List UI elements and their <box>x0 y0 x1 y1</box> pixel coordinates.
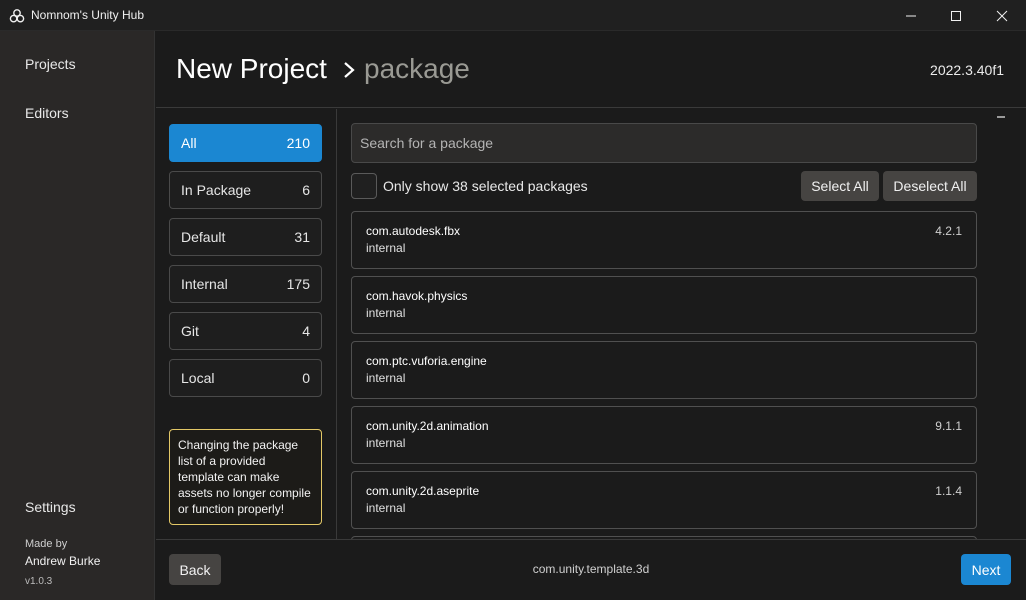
package-item[interactable]: com.autodesk.fbx internal 4.2.1 <box>351 211 977 269</box>
package-version: 9.1.1 <box>935 419 962 433</box>
package-name: com.ptc.vuforia.engine <box>366 354 487 368</box>
close-button[interactable] <box>979 0 1025 31</box>
chevron-right-icon <box>344 62 355 78</box>
warning-message: Changing the package list of a provided … <box>169 429 322 525</box>
page-title: New Project <box>176 53 327 84</box>
filter-all[interactable]: All 210 <box>169 124 322 162</box>
breadcrumb-current: package <box>364 53 470 84</box>
minimize-icon <box>906 15 916 16</box>
made-by-label: Made by <box>25 538 68 550</box>
search-input[interactable] <box>351 123 977 163</box>
package-source: internal <box>366 371 406 385</box>
package-item[interactable]: com.havok.physics internal <box>351 276 977 334</box>
filter-count: 4 <box>302 323 310 339</box>
window-title: Nomnom's Unity Hub <box>31 8 144 22</box>
filter-in-package[interactable]: In Package 6 <box>169 171 322 209</box>
filter-count: 175 <box>286 276 310 292</box>
filter-count: 6 <box>302 182 310 198</box>
sidebar-item-editors[interactable]: Editors <box>25 105 69 121</box>
package-version: 4.2.1 <box>935 224 962 238</box>
maximize-icon <box>951 10 961 21</box>
package-name: com.unity.2d.animation <box>366 419 489 433</box>
filter-count: 210 <box>286 135 310 151</box>
package-source: internal <box>366 501 406 515</box>
package-item[interactable]: com.ptc.vuforia.engine internal <box>351 341 977 399</box>
package-version: 1.1.4 <box>935 484 962 498</box>
filter-count: 0 <box>302 370 310 386</box>
next-button[interactable]: Next <box>961 554 1011 585</box>
sidebar: Projects Editors Settings Made by Andrew… <box>0 31 155 600</box>
scrollbar[interactable] <box>997 116 1005 118</box>
page-header: New Project package 2022.3.40f1 <box>156 31 1026 108</box>
package-source: internal <box>366 306 406 320</box>
filter-label: Default <box>181 229 226 245</box>
only-selected-checkbox[interactable] <box>351 173 377 199</box>
filter-label: Local <box>181 370 215 386</box>
unity-cube-icon <box>9 9 25 23</box>
package-filter-panel: All 210 In Package 6 Default 31 Internal… <box>156 109 337 539</box>
package-source: internal <box>366 241 406 255</box>
sidebar-item-projects[interactable]: Projects <box>25 56 76 72</box>
close-icon <box>996 10 1008 21</box>
filter-default[interactable]: Default 31 <box>169 218 322 256</box>
package-item[interactable]: com.unity.2d.animation internal 9.1.1 <box>351 406 977 464</box>
filter-label: Git <box>181 323 199 339</box>
filter-internal[interactable]: Internal 175 <box>169 265 322 303</box>
editor-version: 2022.3.40f1 <box>930 62 1004 78</box>
app-version: v1.0.3 <box>25 576 53 587</box>
title-bar: Nomnom's Unity Hub <box>0 0 1026 31</box>
deselect-all-button[interactable]: Deselect All <box>883 171 977 201</box>
filter-git[interactable]: Git 4 <box>169 312 322 350</box>
package-name: com.havok.physics <box>366 289 468 303</box>
sidebar-item-settings[interactable]: Settings <box>25 499 76 515</box>
filter-label: All <box>181 135 197 151</box>
filter-label: Internal <box>181 276 228 292</box>
only-selected-label: Only show 38 selected packages <box>383 178 588 194</box>
package-name: com.unity.2d.aseprite <box>366 484 480 498</box>
filter-local[interactable]: Local 0 <box>169 359 322 397</box>
maximize-button[interactable] <box>933 0 979 31</box>
minimize-button[interactable] <box>888 0 934 31</box>
package-name: com.autodesk.fbx <box>366 224 461 238</box>
package-panel: Only show 38 selected packages Select Al… <box>338 109 1026 539</box>
author-name: Andrew Burke <box>25 554 101 568</box>
select-all-button[interactable]: Select All <box>801 171 879 201</box>
filter-count: 31 <box>294 229 310 245</box>
package-source: internal <box>366 436 406 450</box>
package-item[interactable]: com.unity.2d.aseprite internal 1.1.4 <box>351 471 977 529</box>
package-list[interactable]: com.autodesk.fbx internal 4.2.1 com.havo… <box>351 211 977 539</box>
footer: Back com.unity.template.3d Next <box>156 539 1026 600</box>
template-name: com.unity.template.3d <box>532 562 650 576</box>
filter-label: In Package <box>181 182 252 198</box>
